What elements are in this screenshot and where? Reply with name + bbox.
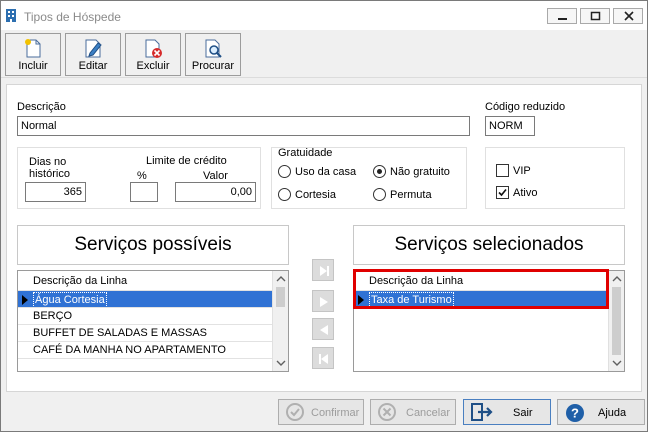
restore-icon — [590, 11, 601, 21]
cancelar-label: Cancelar — [406, 407, 451, 419]
close-icon — [624, 11, 634, 21]
incluir-label: Incluir — [18, 60, 48, 72]
close-button[interactable] — [613, 8, 643, 24]
servicos-possiveis-title: Serviços possíveis — [17, 225, 289, 265]
vertical-scrollbar[interactable] — [272, 271, 288, 371]
list-item[interactable]: CAFÉ DA MANHA NO APARTAMENTO — [18, 342, 272, 359]
permuta-label: Permuta — [390, 189, 432, 201]
restore-button[interactable] — [580, 8, 610, 24]
toolbar: Incluir Editar Excluir Procurar — [1, 30, 647, 78]
list-item[interactable]: BUFFET DE SALADAS E MASSAS — [18, 325, 272, 342]
excluir-button[interactable]: Excluir — [125, 33, 181, 76]
excluir-label: Excluir — [136, 60, 170, 72]
vip-checkbox[interactable] — [496, 164, 509, 177]
svg-text:?: ? — [571, 406, 579, 421]
move-left-icon — [320, 325, 328, 335]
vip-label: VIP — [513, 165, 531, 177]
list-item[interactable]: BERÇO — [18, 308, 272, 325]
building-icon — [6, 9, 16, 22]
limite-credito-label: Limite de crédito — [146, 155, 227, 167]
vertical-scrollbar[interactable] — [608, 271, 624, 371]
delete-icon — [145, 39, 162, 58]
list-item[interactable]: Água Cortesia — [18, 291, 272, 308]
minimize-icon — [558, 18, 567, 20]
cancelar-button[interactable]: Cancelar — [370, 399, 456, 425]
incluir-button[interactable]: Incluir — [5, 33, 61, 76]
move-all-left-icon — [319, 354, 328, 364]
highlight-box — [353, 269, 609, 309]
codigo-reduzido-input[interactable]: NORM — [485, 116, 535, 136]
confirmar-button[interactable]: Confirmar — [278, 399, 364, 425]
checkmark-icon — [498, 188, 507, 197]
nao-gratuito-label: Não gratuito — [390, 166, 450, 178]
radio-uso-casa[interactable] — [278, 165, 291, 178]
dias-label-line1: Dias no — [29, 156, 67, 168]
valor-input[interactable]: 0,00 — [175, 182, 256, 202]
confirm-icon — [286, 403, 304, 421]
ativo-label: Ativo — [513, 187, 538, 199]
cancel-icon — [378, 403, 396, 421]
grid-header: Descrição da Linha — [18, 271, 272, 291]
sair-button[interactable]: Sair — [463, 399, 551, 425]
scroll-thumb[interactable] — [612, 287, 621, 355]
codigo-reduzido-label: Código reduzido — [485, 101, 566, 113]
move-right-button[interactable] — [312, 290, 334, 312]
window: Tipos de Hóspede Incluir Editar Excluir … — [0, 0, 648, 432]
move-left-button[interactable] — [312, 318, 334, 340]
move-all-left-button[interactable] — [312, 347, 334, 369]
uso-casa-label: Uso da casa — [295, 166, 357, 178]
gratuidade-label: Gratuidade — [278, 147, 333, 159]
title-bar: Tipos de Hóspede — [1, 1, 647, 30]
scroll-down-icon — [612, 360, 622, 366]
ativo-checkbox[interactable] — [496, 186, 509, 199]
servicos-possiveis-grid[interactable]: Descrição da Linha Água Cortesia BERÇO B… — [17, 270, 289, 372]
radio-nao-gratuito[interactable] — [373, 165, 386, 178]
radio-cortesia[interactable] — [278, 188, 291, 201]
sair-label: Sair — [513, 407, 533, 419]
radio-permuta[interactable] — [373, 188, 386, 201]
minimize-button[interactable] — [547, 8, 577, 24]
exit-icon — [471, 403, 493, 421]
column-header: Descrição da Linha — [33, 275, 128, 287]
dias-historico-input[interactable]: 365 — [25, 182, 86, 202]
row-pointer-icon — [22, 295, 28, 305]
window-title: Tipos de Hóspede — [24, 10, 121, 24]
percent-input[interactable] — [130, 182, 158, 202]
dias-label-line2: histórico — [29, 168, 70, 180]
scroll-down-icon — [276, 360, 286, 366]
servicos-selecionados-title: Serviços selecionados — [353, 225, 625, 265]
descricao-input[interactable]: Normal — [17, 116, 470, 136]
move-right-icon — [320, 297, 328, 307]
percent-label: % — [137, 170, 147, 182]
scroll-thumb[interactable] — [276, 287, 285, 307]
descricao-label: Descrição — [17, 101, 66, 113]
valor-label: Valor — [203, 170, 228, 182]
help-icon: ? — [566, 404, 584, 422]
move-all-right-button[interactable] — [312, 259, 334, 281]
ajuda-label: Ajuda — [598, 407, 627, 419]
editar-label: Editar — [78, 60, 108, 72]
procurar-button[interactable]: Procurar — [185, 33, 241, 76]
procurar-label: Procurar — [191, 60, 235, 72]
scroll-up-icon — [276, 276, 286, 282]
cortesia-label: Cortesia — [295, 189, 336, 201]
move-all-right-icon — [320, 266, 329, 276]
scroll-up-icon — [612, 276, 622, 282]
confirmar-label: Confirmar — [311, 407, 360, 419]
edit-icon — [85, 39, 102, 58]
ajuda-button[interactable]: ? Ajuda — [557, 399, 645, 425]
editar-button[interactable]: Editar — [65, 33, 121, 76]
new-document-icon — [25, 39, 41, 58]
status-group — [485, 147, 625, 209]
search-document-icon — [205, 39, 222, 58]
